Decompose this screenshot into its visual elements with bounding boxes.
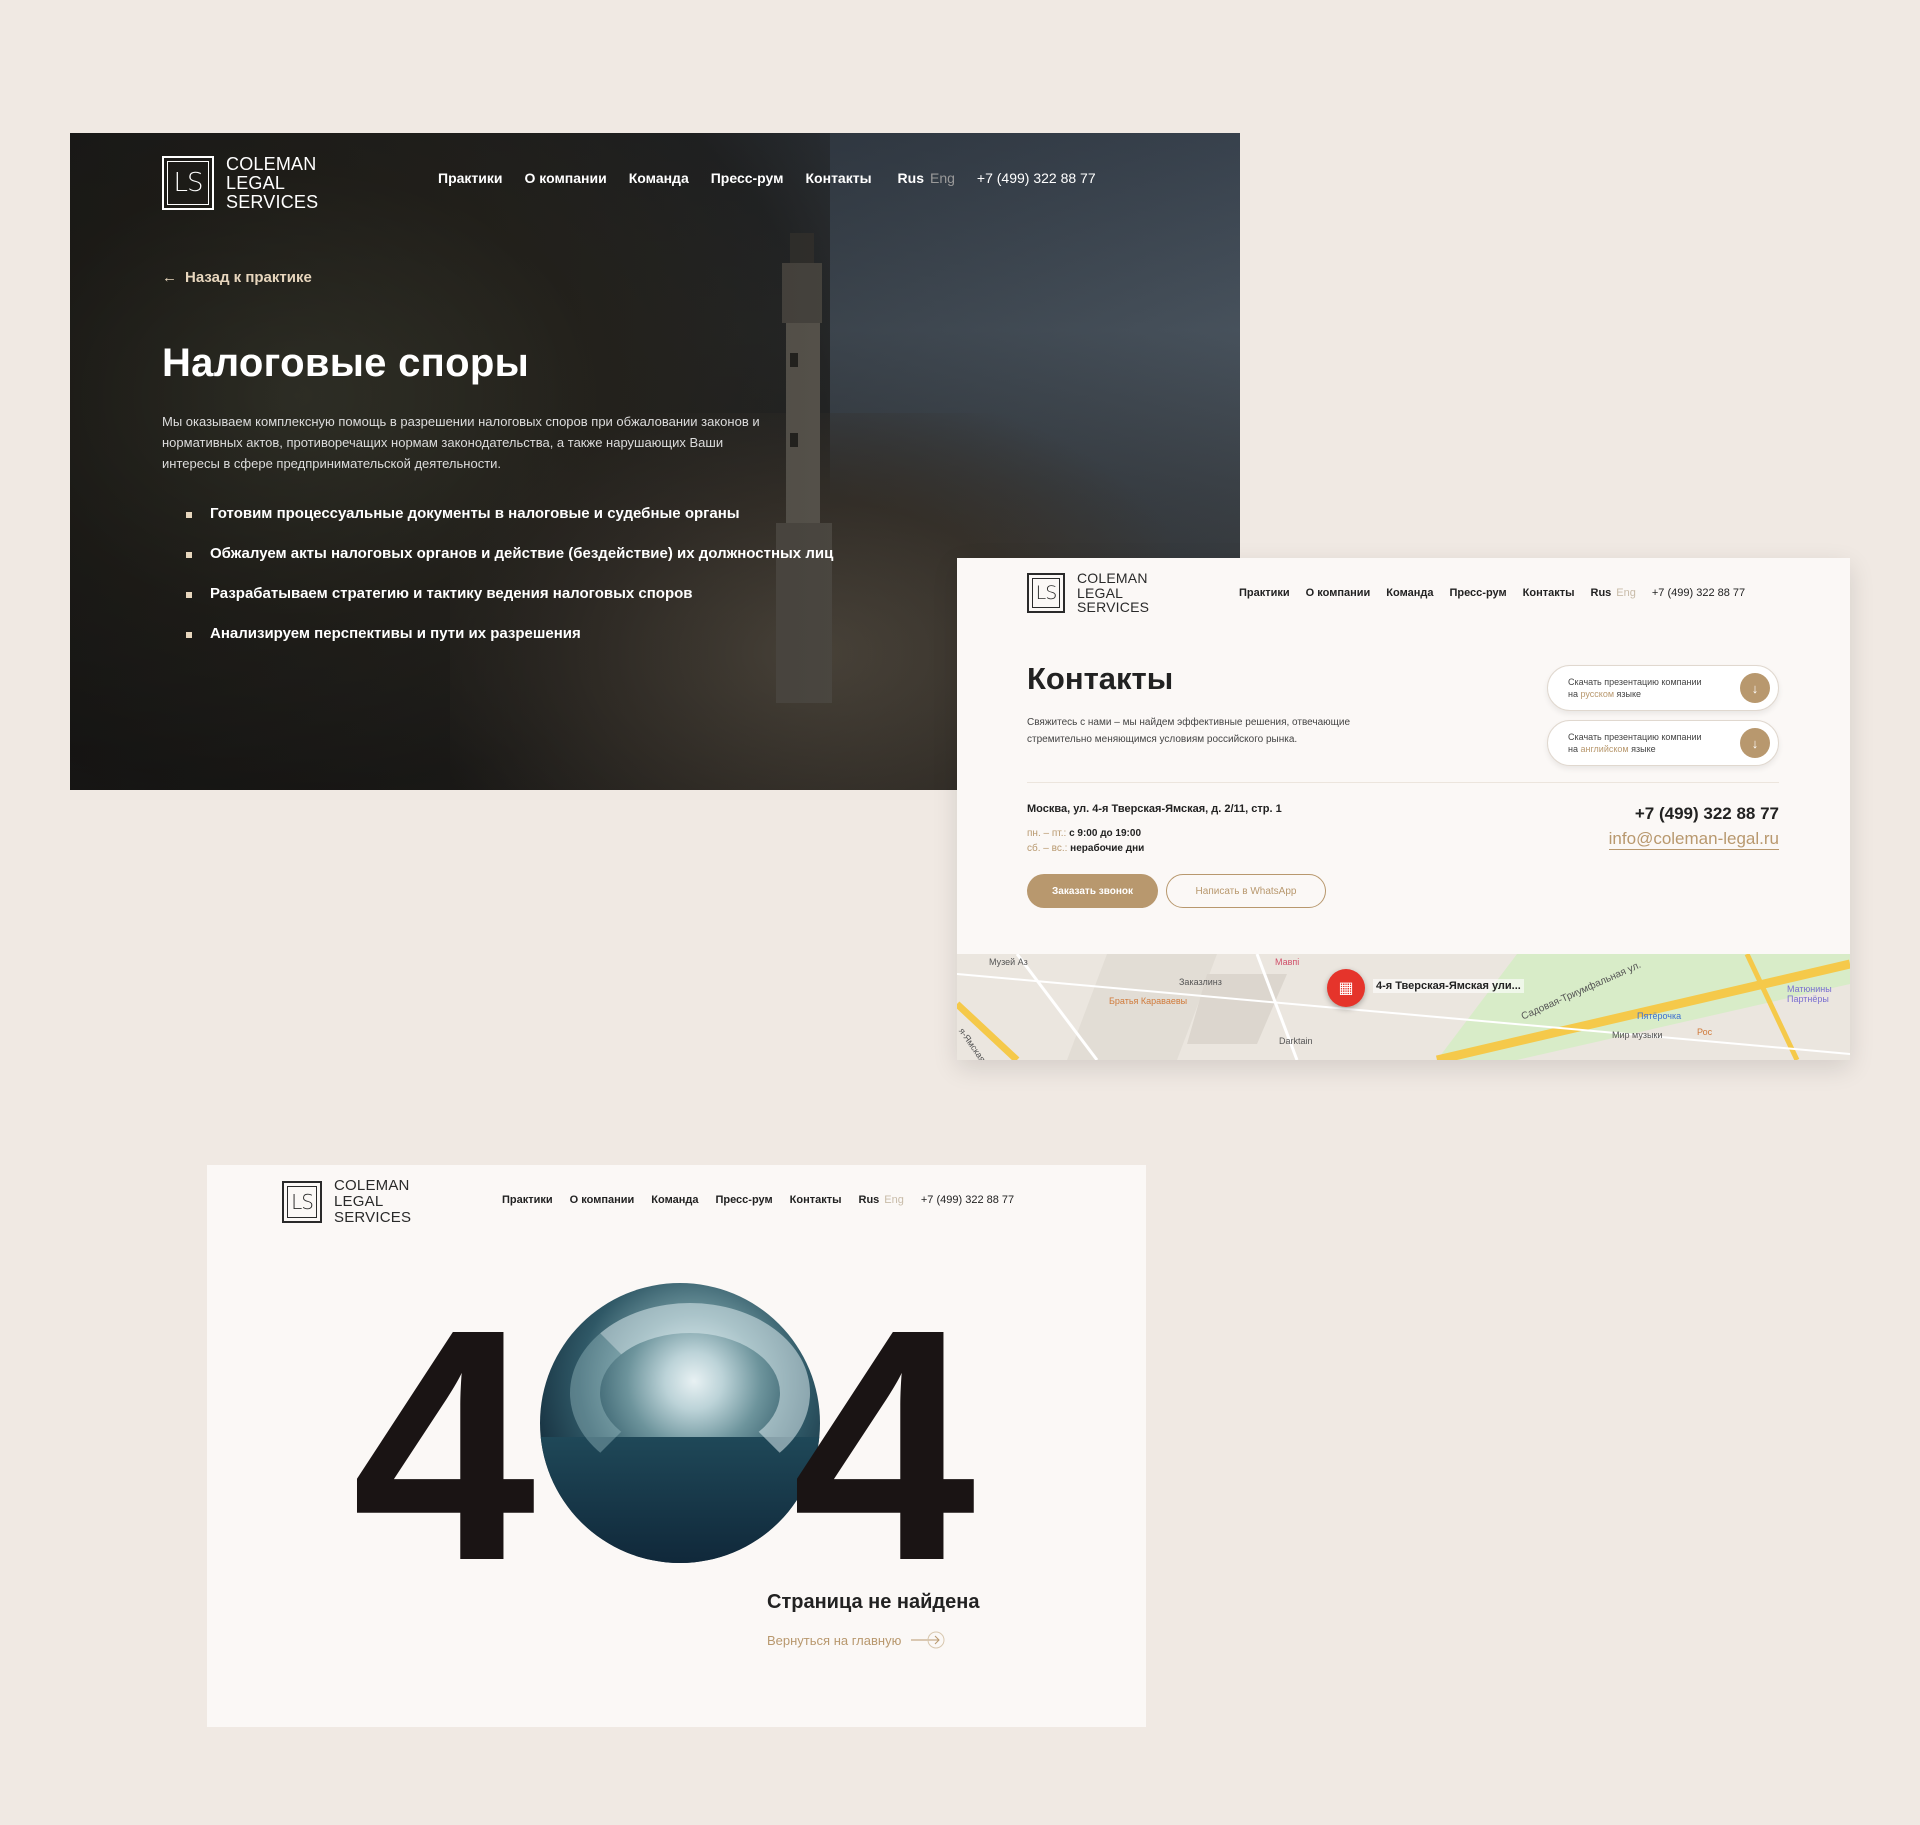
contact-email-link[interactable]: info@coleman-legal.ru xyxy=(1608,829,1779,850)
nav-item-about[interactable]: О компании xyxy=(1306,587,1371,599)
map-label: Матюнины Партнёры xyxy=(1787,984,1832,1004)
divider xyxy=(1027,782,1779,783)
contacts-subtitle: Свяжитесь с нами – мы найдем эффективные… xyxy=(1027,717,1351,745)
office-address: Москва, ул. 4-я Тверская-Ямская, д. 2/11… xyxy=(1027,803,1282,815)
map-label: Братья Караваевы xyxy=(1109,996,1188,1006)
contacts-page-screenshot: LS COLEMAN LEGAL SERVICES Практики О ком… xyxy=(957,558,1850,1060)
header-phone-link[interactable]: +7 (499) 322 88 77 xyxy=(1652,587,1745,599)
nav-item-practices[interactable]: Практики xyxy=(1239,587,1290,599)
arrow-right-icon xyxy=(911,1631,945,1649)
nav-item-about[interactable]: О компании xyxy=(570,1194,635,1206)
map-label: Мавпі xyxy=(1275,957,1300,967)
map-label: Рос xyxy=(1697,1027,1713,1037)
nav-item-practices[interactable]: Практики xyxy=(438,170,502,186)
download-presentation-en-button[interactable]: Скачать презентацию компании на английск… xyxy=(1547,720,1779,766)
back-to-practice-link[interactable]: ← Назад к практике xyxy=(162,269,312,286)
lang-rus[interactable]: Rus xyxy=(898,170,924,186)
nav-item-team[interactable]: Команда xyxy=(651,1194,698,1206)
nav-item-press[interactable]: Пресс-рум xyxy=(711,170,784,186)
logo[interactable]: LS COLEMAN LEGAL SERVICES xyxy=(162,155,318,212)
language-switch: Rus Eng xyxy=(898,170,955,186)
location-map[interactable]: Музей Аз Заказлинз Братья Караваевы Мавп… xyxy=(957,954,1850,1060)
back-label: Назад к практике xyxy=(185,269,312,286)
back-home-link[interactable]: Вернуться на главную xyxy=(767,1631,945,1649)
logo-text: COLEMAN LEGAL SERVICES xyxy=(1077,570,1150,616)
nav-item-practices[interactable]: Практики xyxy=(502,1194,553,1206)
page-title: Налоговые споры xyxy=(162,341,530,385)
lang-rus[interactable]: Rus xyxy=(859,1194,880,1206)
lang-eng[interactable]: Eng xyxy=(884,1194,904,1206)
download-en-label: Скачать презентацию компании на английск… xyxy=(1568,732,1702,754)
download-icon: ↓ xyxy=(1740,728,1770,758)
download-ru-label: Скачать презентацию компании на русском … xyxy=(1568,677,1702,699)
nav-item-contacts[interactable]: Контакты xyxy=(790,1194,842,1206)
list-item: Готовим процессуальные документы в налог… xyxy=(186,505,833,522)
map-label: Заказлинз xyxy=(1179,977,1222,987)
nav-item-contacts[interactable]: Контакты xyxy=(806,170,872,186)
logo-mark-icon: LS xyxy=(162,156,214,211)
logo[interactable]: LS COLEMAN LEGAL SERVICES xyxy=(282,1178,411,1225)
main-nav: Практики О компании Команда Пресс-рум Ко… xyxy=(1239,587,1745,599)
map-streets xyxy=(957,954,1850,1060)
services-list: Готовим процессуальные документы в налог… xyxy=(186,505,833,665)
map-label: Darktain xyxy=(1279,1036,1313,1046)
practice-lead: Мы оказываем комплексную помощь в разреш… xyxy=(162,414,760,471)
main-nav: Практики О компании Команда Пресс-рум Ко… xyxy=(502,1194,1014,1206)
lang-eng[interactable]: Eng xyxy=(930,170,955,186)
lang-eng[interactable]: Eng xyxy=(1616,587,1636,599)
header-phone-link[interactable]: +7 (499) 322 88 77 xyxy=(921,1194,1014,1206)
nav-item-contacts[interactable]: Контакты xyxy=(1523,587,1575,599)
nav-item-about[interactable]: О компании xyxy=(524,170,606,186)
map-marker-label: 4-я Тверская-Ямская ули... xyxy=(1373,979,1524,993)
nav-item-press[interactable]: Пресс-рум xyxy=(715,1194,772,1206)
contact-phone[interactable]: +7 (499) 322 88 77 xyxy=(1635,804,1779,824)
map-label: Пятёрочка xyxy=(1637,1011,1682,1021)
working-hours: пн. – пт.: с 9:00 до 19:00 сб. – вс.: не… xyxy=(1027,828,1145,854)
list-item: Разрабатываем стратегию и тактику ведени… xyxy=(186,585,833,602)
nav-item-team[interactable]: Команда xyxy=(629,170,689,186)
download-presentation-ru-button[interactable]: Скачать презентацию компании на русском … xyxy=(1547,665,1779,711)
nav-item-press[interactable]: Пресс-рум xyxy=(1449,587,1506,599)
map-label: Мир музыки xyxy=(1612,1030,1663,1040)
wave-image-circle xyxy=(540,1283,820,1563)
nav-item-team[interactable]: Команда xyxy=(1386,587,1433,599)
map-label: Музей Аз xyxy=(989,957,1028,967)
main-nav: Практики О компании Команда Пресс-рум Ко… xyxy=(438,170,1096,186)
order-call-button[interactable]: Заказать звонок xyxy=(1027,874,1158,908)
not-found-title: Страница не найдена xyxy=(767,1591,980,1613)
logo[interactable]: LS COLEMAN LEGAL SERVICES xyxy=(1027,571,1149,615)
error-digit-right: 4 xyxy=(792,1260,976,1629)
list-item: Анализируем перспективы и пути их разреш… xyxy=(186,625,833,642)
logo-mark-icon: LS xyxy=(1027,573,1065,614)
language-switch: Rus Eng xyxy=(859,1194,904,1206)
not-found-page-screenshot: LS COLEMAN LEGAL SERVICES Практики О ком… xyxy=(207,1165,1146,1727)
whatsapp-button[interactable]: Написать в WhatsApp xyxy=(1166,874,1326,908)
map-marker-icon[interactable]: ▦ xyxy=(1327,969,1365,1007)
lang-rus[interactable]: Rus xyxy=(1591,587,1612,599)
wave-crest xyxy=(570,1303,810,1483)
arrow-left-icon: ← xyxy=(162,269,177,286)
logo-text: COLEMAN LEGAL SERVICES xyxy=(226,154,319,212)
back-home-label: Вернуться на главную xyxy=(767,1632,902,1648)
download-icon: ↓ xyxy=(1740,673,1770,703)
list-item: Обжалуем акты налоговых органов и действ… xyxy=(186,545,833,562)
error-digit-left: 4 xyxy=(352,1260,536,1629)
header-phone-link[interactable]: +7 (499) 322 88 77 xyxy=(977,170,1096,186)
page-title: Контакты xyxy=(1027,661,1174,696)
logo-text: COLEMAN LEGAL SERVICES xyxy=(334,1177,412,1226)
language-switch: Rus Eng xyxy=(1591,587,1636,599)
logo-mark-icon: LS xyxy=(282,1180,322,1223)
